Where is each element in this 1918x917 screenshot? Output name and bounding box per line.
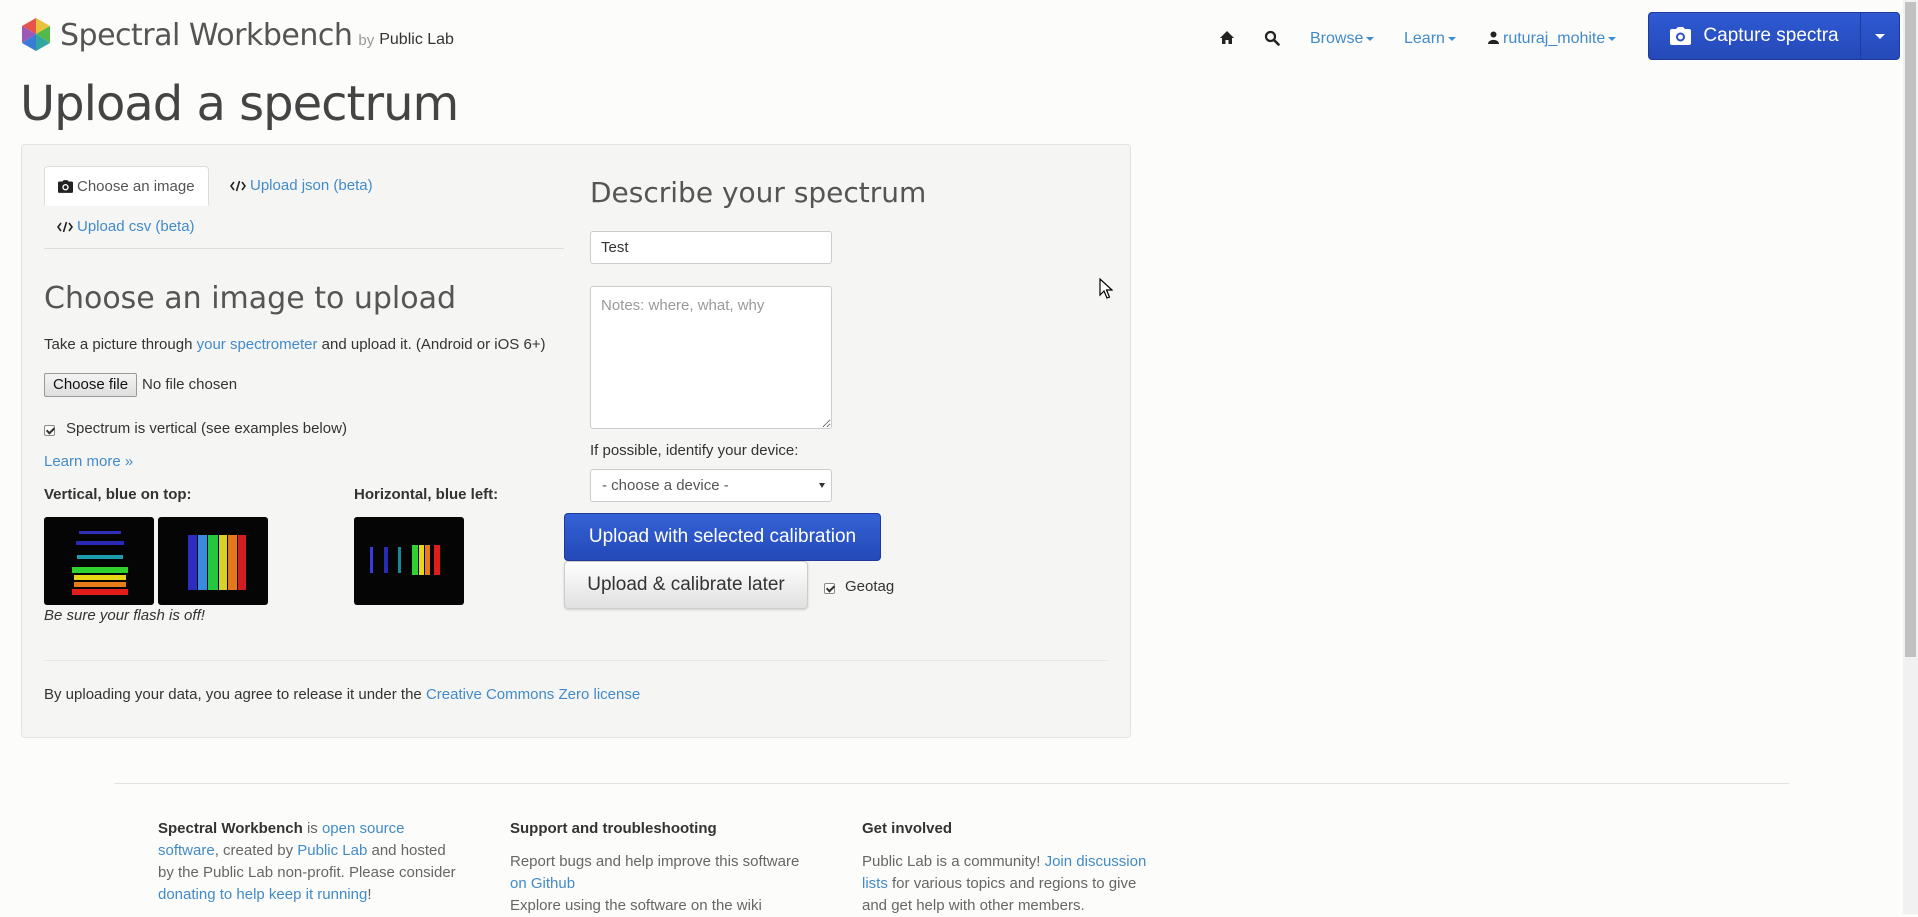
footer-divider (114, 783, 1789, 784)
scrollbar-thumb[interactable] (1905, 2, 1916, 657)
code-icon (57, 221, 73, 233)
footer-support-text: Report bugs and help improve this softwa… (510, 853, 800, 870)
upload-calibrate-later-button[interactable]: Upload & calibrate later (564, 561, 808, 609)
nav-browse-label: Browse (1310, 30, 1364, 47)
nav-browse[interactable]: Browse (1310, 30, 1375, 48)
geotag-checkbox[interactable] (824, 583, 835, 594)
footer-support-cut: Explore using the software on the wiki (510, 897, 762, 914)
footer-involved-rest: for various topics and regions to give a… (862, 875, 1137, 914)
upload-panel: Choose an image Upload json (beta) Uploa… (21, 144, 1131, 738)
page-scrollbar[interactable] (1903, 0, 1918, 914)
panel-divider (44, 660, 1108, 661)
footer-involved-text: Public Lab is a community! (862, 853, 1041, 870)
notes-textarea[interactable] (590, 286, 832, 429)
caret-down-icon (1875, 33, 1885, 39)
caret-down-icon (1608, 36, 1617, 41)
geotag-label: Geotag (845, 578, 895, 595)
public-lab-link[interactable]: Public Lab (297, 842, 367, 859)
nav-user[interactable]: ruturaj_mohite (1488, 30, 1617, 48)
device-select-value: - choose a device - (602, 477, 729, 494)
tab-upload-json[interactable]: Upload json (beta) (217, 166, 386, 206)
tab-upload-json-label: Upload json (beta) (250, 177, 373, 194)
mouse-cursor-icon (1099, 278, 1113, 299)
user-icon (1488, 31, 1499, 44)
nav-learn[interactable]: Learn (1404, 30, 1456, 48)
footer-about: Spectral Workbench is open source softwa… (158, 818, 463, 906)
example-vertical-image-1 (44, 517, 154, 605)
choose-file-button[interactable]: Choose file (44, 373, 138, 397)
tab-upload-csv[interactable]: Upload csv (beta) (44, 207, 208, 247)
example-vertical-image-2 (158, 517, 268, 605)
capture-spectra-button[interactable]: Capture spectra (1648, 12, 1861, 60)
footer-support-title: Support and troubleshooting (510, 820, 717, 837)
example-horizontal-image (354, 517, 464, 605)
navbar: Spectral Workbench by Public Lab Browse … (0, 0, 1918, 72)
example-horizontal-label: Horizontal, blue left: (354, 486, 499, 503)
brand-name: Spectral Workbench (60, 18, 353, 53)
select-arrow-icon (819, 483, 825, 488)
brand[interactable]: Spectral Workbench by Public Lab (20, 14, 454, 54)
tab-choose-image[interactable]: Choose an image (44, 166, 209, 206)
donate-link[interactable]: donating to help keep it running (158, 886, 367, 903)
license-note: By uploading your data, you agree to rel… (44, 686, 640, 703)
capture-spectra-label: Capture spectra (1703, 25, 1839, 46)
describe-title: Describe your spectrum (590, 176, 927, 209)
search-icon[interactable] (1264, 30, 1280, 46)
spectrometer-link[interactable]: your spectrometer (197, 336, 318, 353)
caret-down-icon (1366, 36, 1375, 41)
nav-user-label: ruturaj_mohite (1503, 30, 1606, 47)
caret-down-icon (1447, 36, 1456, 41)
vertical-label: Spectrum is vertical (see examples below… (66, 420, 347, 437)
vertical-checkbox[interactable] (44, 425, 55, 436)
page-title: Upload a spectrum (20, 76, 459, 132)
brand-org: Public Lab (379, 31, 454, 48)
camera-icon (58, 180, 73, 193)
device-select[interactable]: - choose a device - (590, 469, 832, 502)
footer-created-by: , created by (214, 842, 294, 859)
upload-tabs: Choose an image Upload json (beta) Uploa… (44, 166, 564, 249)
instructions-text-pre: Take a picture through (44, 336, 193, 353)
capture-dropdown-toggle[interactable] (1860, 12, 1900, 60)
footer-involved: Get involved Public Lab is a community! … (862, 818, 1162, 917)
footer-brand-name: Spectral Workbench (158, 820, 303, 837)
example-vertical-label: Vertical, blue on top: (44, 486, 192, 503)
brand-by: by (358, 32, 375, 49)
home-icon[interactable] (1219, 30, 1235, 46)
footer-involved-title: Get involved (862, 820, 953, 837)
upload-instructions: Take a picture through your spectrometer… (44, 336, 546, 353)
nav-learn-label: Learn (1404, 30, 1445, 47)
flash-note: Be sure your flash is off! (44, 607, 205, 624)
tab-choose-image-label: Choose an image (77, 178, 195, 195)
camera-icon (1670, 27, 1692, 45)
footer-is: is (306, 820, 318, 837)
upload-section-title: Choose an image to upload (44, 281, 457, 316)
license-text: By uploading your data, you agree to rel… (44, 686, 422, 703)
device-label: If possible, identify your device: (590, 442, 799, 459)
github-link[interactable]: on Github (510, 875, 575, 892)
cc-zero-license-link[interactable]: Creative Commons Zero license (426, 686, 640, 703)
logo-icon (22, 18, 50, 51)
tab-upload-csv-label: Upload csv (beta) (77, 218, 195, 235)
footer-support: Support and troubleshooting Report bugs … (510, 818, 810, 917)
instructions-text-post: and upload it. (Android or iOS 6+) (321, 336, 546, 353)
spectrum-title-input[interactable] (590, 231, 832, 264)
upload-with-calibration-button[interactable]: Upload with selected calibration (564, 513, 881, 561)
footer-end: ! (367, 886, 372, 903)
code-icon (230, 180, 246, 192)
file-status: No file chosen (142, 376, 238, 393)
learn-more-link[interactable]: Learn more » (44, 453, 133, 470)
